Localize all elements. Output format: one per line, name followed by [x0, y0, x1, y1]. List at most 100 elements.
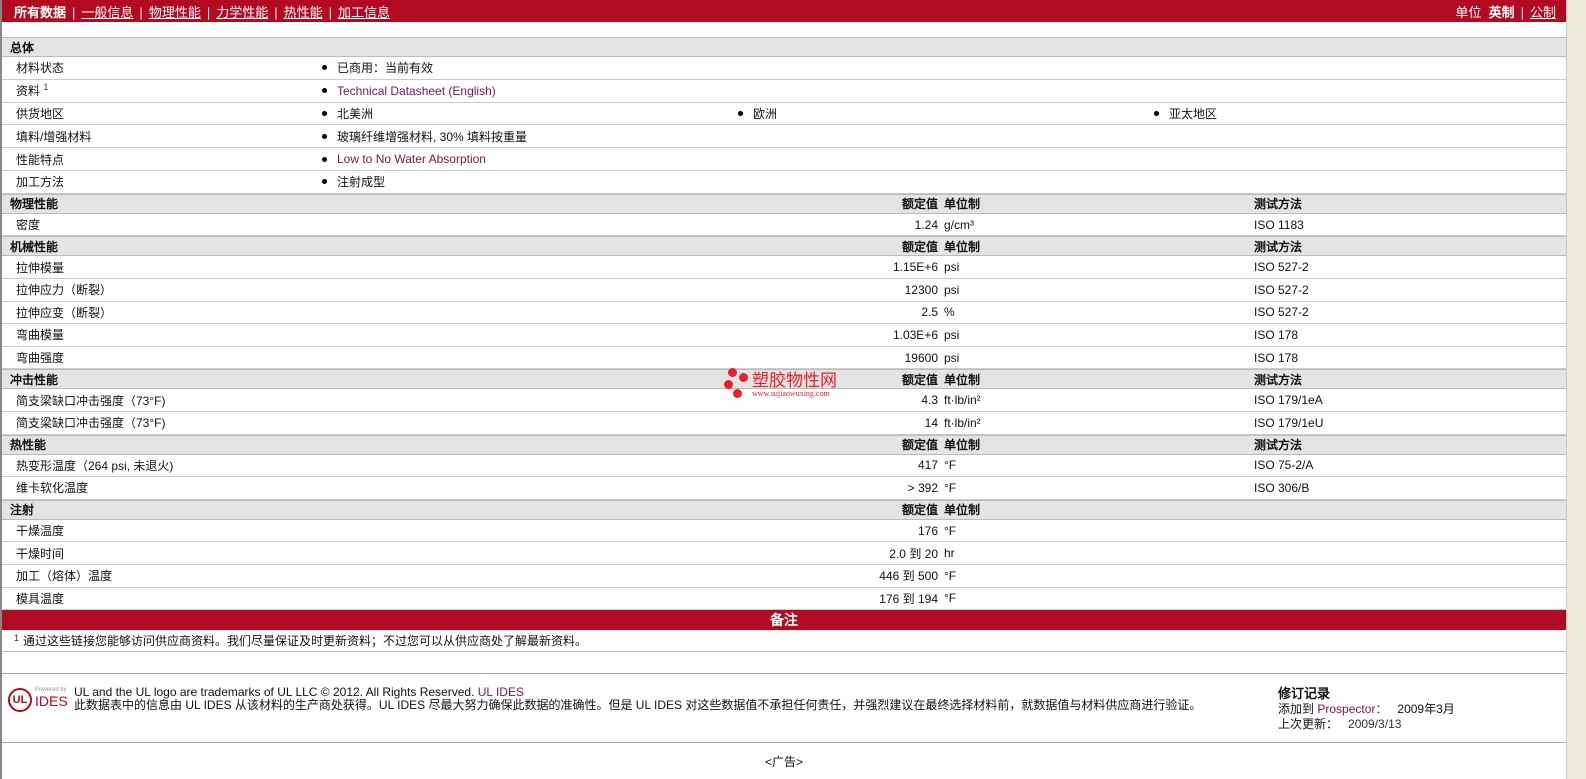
property-value: 14: [924, 415, 938, 430]
property-name: 弯曲模量: [16, 328, 65, 343]
property-row: 拉伸应变（断裂） 2.5% ISO 527-2: [2, 302, 1566, 325]
ides-text: IDES: [35, 693, 68, 710]
row-label: 资料 1: [2, 82, 318, 99]
property-name: 加工（熔体）温度: [16, 569, 113, 584]
property-value: 1.03E+6: [892, 327, 938, 342]
property-name: 简支梁缺口冲击强度（73°F): [16, 416, 166, 431]
nav-item-2[interactable]: 物理性能: [149, 5, 201, 20]
property-row: 热变形温度（264 psi, 未退火) 417 °F ISO 75-2/A: [2, 455, 1566, 478]
row-label: 加工方法: [2, 173, 318, 190]
row-label-text: 填料/增强材料: [16, 129, 92, 144]
top-nav-bar: 所有数据 | 一般信息 | 物理性能 | 力学性能 | 热性能 | 加工信息 单位 英制 | 公制: [2, 0, 1566, 22]
unit-metric-link[interactable]: 公制: [1530, 5, 1556, 20]
value-link[interactable]: Technical Datasheet (English): [337, 84, 496, 98]
property-value: 446 到 500: [879, 569, 938, 584]
property-test-method: ISO 75-2/A: [1254, 458, 1314, 473]
disclaimer-text: 此数据表中的信息由 UL IDES 从该材料的生产商处获得。UL IDES 尽最…: [74, 698, 1202, 713]
property-name: 拉伸应变（断裂）: [16, 305, 113, 320]
col-header-method: 测试方法: [1254, 239, 1303, 254]
row-value-item: 亚太地区: [1150, 105, 1566, 122]
property-name: 拉伸模量: [16, 260, 65, 275]
notes-header: 备注: [2, 610, 1566, 631]
general-row: 加工方法 注射成型: [2, 171, 1566, 194]
row-value-item[interactable]: Technical Datasheet (English): [318, 84, 734, 98]
property-test-method: ISO 178: [1254, 350, 1299, 365]
datasheet-table: 总体 材料状态 已商用：当前有效 资料 1 Technical Datasheet (E…: [2, 37, 1566, 611]
property-unit: °F: [944, 523, 957, 538]
value-text: 北美洲: [337, 106, 374, 121]
vertical-scrollbar[interactable]: [1566, 0, 1586, 779]
ul-ides-link[interactable]: UL IDES: [478, 685, 524, 699]
updated-date: 2009/3/13: [1348, 717, 1402, 732]
nav-separator: |: [139, 4, 143, 20]
property-value: 1.24: [914, 217, 938, 232]
section-header: 注射 额定值 单位制: [2, 499, 1566, 520]
advertisement[interactable]: <广告>: [2, 753, 1566, 770]
property-value: 2.0 到 20: [889, 546, 938, 561]
col-header-unit: 单位制: [944, 372, 981, 387]
prospector-link[interactable]: Prospector：: [1317, 702, 1387, 716]
col-header-value: 额定值: [901, 438, 938, 453]
property-value: 2.5: [921, 305, 938, 320]
row-label: 填料/增强材料: [2, 128, 318, 145]
general-row: 资料 1 Technical Datasheet (English): [2, 80, 1566, 103]
property-value: 176 到 194: [879, 591, 938, 606]
property-name: 维卡软化温度: [16, 481, 89, 496]
property-row: 简支梁缺口冲击强度（73°F) 14 ft·lb/in² ISO 179/1eU: [2, 412, 1566, 435]
property-name: 简支梁缺口冲击强度（73°F): [16, 393, 166, 408]
property-value: > 392: [907, 480, 938, 495]
nav-separator: |: [72, 4, 76, 20]
general-row: 供货地区 北美洲 欧洲 亚太地区: [2, 103, 1566, 126]
property-value: 1.15E+6: [892, 260, 938, 275]
property-row: 拉伸应力（断裂） 12300 psi ISO 527-2: [2, 279, 1566, 302]
added-label: 添加到: [1278, 702, 1315, 717]
value-text: 玻璃纤维增强材料, 30% 填料按重量: [337, 129, 528, 144]
nav-item-1[interactable]: 一般信息: [81, 5, 133, 20]
row-label-text: 加工方法: [16, 175, 65, 190]
nav-item-4[interactable]: 热性能: [284, 5, 323, 20]
copyright: UL and the UL logo are trademarks of UL …: [74, 685, 475, 700]
col-header-value: 额定值: [901, 239, 938, 254]
property-row: 弯曲强度 19600 psi ISO 178: [2, 347, 1566, 370]
col-header-unit: 单位制: [944, 503, 981, 518]
property-unit: psi: [944, 260, 960, 275]
property-name: 热变形温度（264 psi, 未退火): [16, 458, 174, 473]
section-title: 热性能: [10, 438, 47, 453]
watermark-logo: 塑胶物性网 www.sujiaowuxing.com: [724, 368, 837, 402]
section-nav: 所有数据 | 一般信息 | 物理性能 | 力学性能 | 热性能 | 加工信息: [14, 2, 390, 21]
value-text: 亚太地区: [1169, 106, 1218, 121]
row-label: 供货地区: [2, 105, 318, 122]
property-name: 弯曲强度: [16, 351, 65, 366]
property-row: 加工（熔体）温度 446 到 500 °F: [2, 565, 1566, 588]
section-header: 物理性能 额定值 单位制 测试方法: [2, 193, 1566, 214]
row-label-text: 资料: [16, 84, 41, 99]
property-unit: %: [944, 305, 955, 320]
property-unit: g/cm³: [944, 217, 974, 232]
nav-item-5[interactable]: 加工信息: [338, 5, 390, 20]
units-label: 单位: [1455, 4, 1482, 20]
property-row: 模具温度 176 到 194 °F: [2, 588, 1566, 611]
property-name: 干燥时间: [16, 546, 65, 561]
property-test-method: ISO 527-2: [1254, 282, 1309, 297]
revision-title: 修订记录: [1278, 686, 1331, 702]
property-name: 密度: [16, 218, 41, 233]
col-header-method: 测试方法: [1254, 372, 1303, 387]
property-row: 维卡软化温度 > 392 °F ISO 306/B: [2, 477, 1566, 500]
footnote-ref[interactable]: 1: [43, 82, 48, 92]
added-date: 2009年3月: [1397, 702, 1455, 717]
unit-english-selected: 英制: [1488, 4, 1515, 20]
row-label: 材料状态: [2, 59, 318, 76]
ul-logo-icon: UL: [8, 688, 32, 713]
nav-item-3[interactable]: 力学性能: [216, 5, 268, 20]
property-value: 4.3: [921, 393, 938, 408]
footnote-text: 通过这些链接您能够访问供应商资料。我们尽量保证及时更新资料；不过您可以从供应商处…: [23, 634, 588, 649]
value-link[interactable]: Low to No Water Absorption: [337, 152, 486, 166]
nav-item-0[interactable]: 所有数据: [14, 5, 66, 20]
watermark-dots-icon: [724, 368, 752, 402]
property-unit: °F: [944, 458, 957, 473]
row-value-item[interactable]: Low to No Water Absorption: [318, 152, 734, 166]
section-title: 总体: [10, 40, 35, 55]
nav-separator: |: [274, 4, 278, 20]
ul-ides-logo[interactable]: UL Powered by IDES: [2, 686, 74, 742]
property-unit: °F: [944, 591, 957, 606]
